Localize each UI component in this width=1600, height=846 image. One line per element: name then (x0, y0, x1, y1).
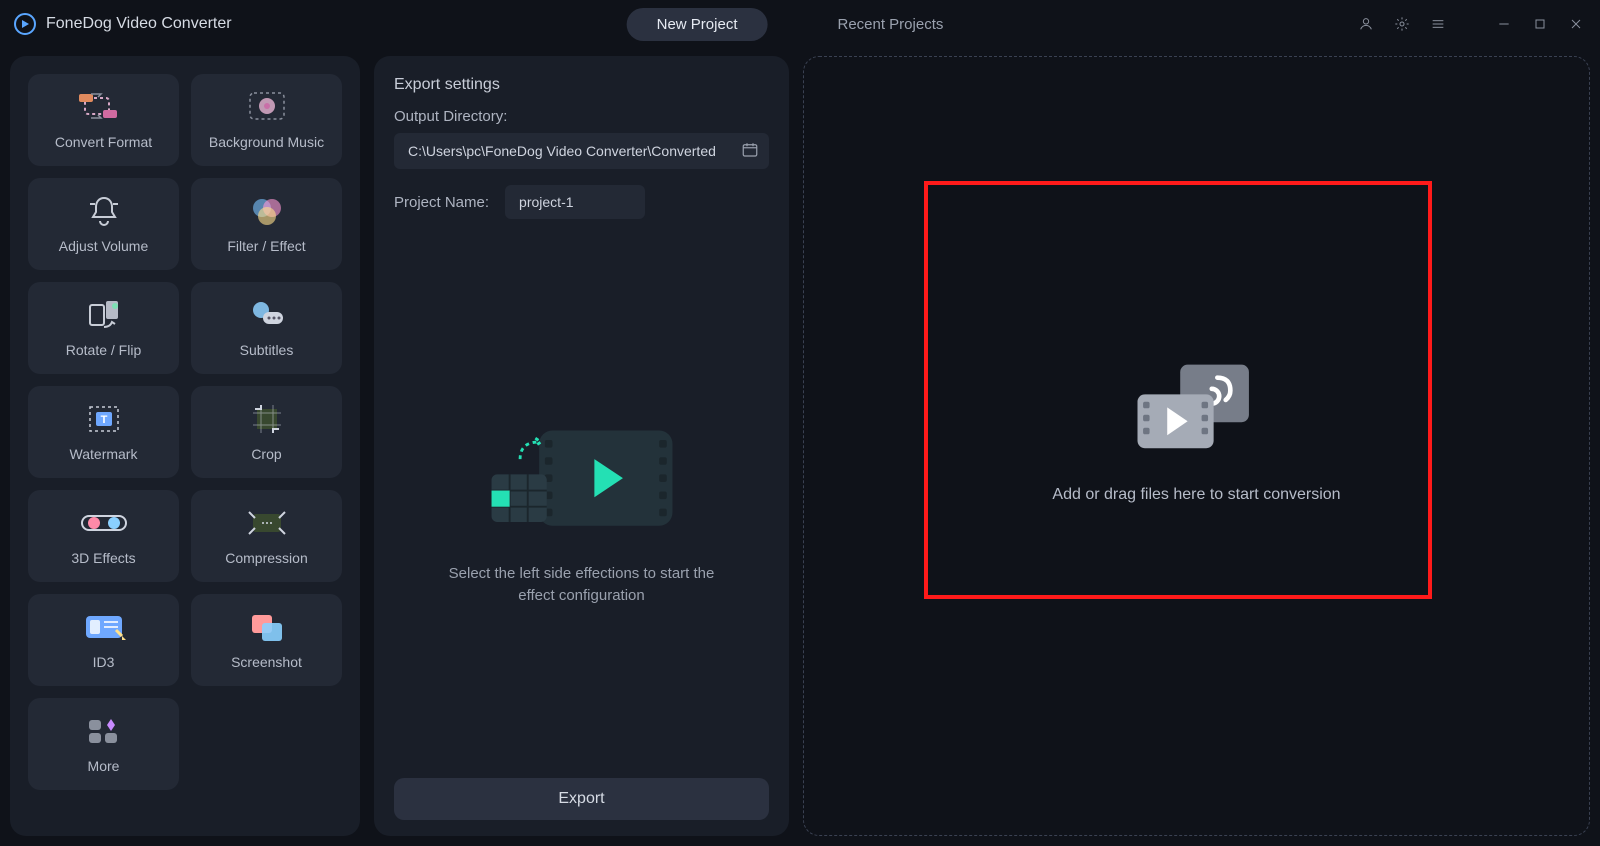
browse-folder-icon[interactable] (741, 141, 759, 162)
tool-label: More (88, 758, 120, 774)
output-directory-value: C:\Users\pc\FoneDog Video Converter\Conv… (408, 143, 716, 159)
app-title: FoneDog Video Converter (46, 15, 232, 33)
minimize-icon[interactable] (1494, 14, 1514, 34)
watermark-icon: T (84, 402, 124, 436)
tool-label: Screenshot (231, 654, 302, 670)
tool-label: Subtitles (240, 342, 294, 358)
glasses-icon (80, 506, 128, 540)
tab-new-project[interactable]: New Project (627, 8, 768, 41)
maximize-icon[interactable] (1530, 14, 1550, 34)
tool-adjust-volume[interactable]: Adjust Volume (28, 178, 179, 270)
id3-icon (82, 610, 126, 644)
tool-label: Rotate / Flip (66, 342, 141, 358)
tool-label: 3D Effects (71, 550, 135, 566)
gear-icon[interactable] (1392, 14, 1412, 34)
tool-label: Adjust Volume (59, 238, 149, 254)
settings-hint: Select the left side effections to start… (432, 563, 732, 607)
tool-more[interactable]: More (28, 698, 179, 790)
subtitles-icon (247, 298, 287, 332)
window-controls (1356, 14, 1586, 34)
tool-label: Watermark (70, 446, 138, 462)
svg-text:T: T (100, 414, 107, 426)
export-settings-title: Export settings (394, 76, 769, 94)
tool-crop[interactable]: Crop (191, 386, 342, 478)
export-settings-panel: Export settings Output Directory: C:\Use… (374, 56, 789, 836)
menu-icon[interactable] (1428, 14, 1448, 34)
project-name-row: Project Name: project-1 (394, 185, 769, 219)
tool-label: Convert Format (55, 134, 152, 150)
convert-icon (79, 90, 129, 124)
tool-3d-effects[interactable]: 3D Effects (28, 490, 179, 582)
bell-icon (86, 194, 122, 228)
tool-screenshot[interactable]: Screenshot (191, 594, 342, 686)
tool-label: ID3 (93, 654, 115, 670)
account-icon[interactable] (1356, 14, 1376, 34)
effect-preview-placeholder: Select the left side effections to start… (394, 249, 769, 778)
tool-id3[interactable]: ID3 (28, 594, 179, 686)
screenshot-icon (248, 610, 286, 644)
tool-background-music[interactable]: Background Music (191, 74, 342, 166)
tool-subtitles[interactable]: Subtitles (191, 282, 342, 374)
top-tabs: New Project Recent Projects (627, 8, 974, 41)
output-directory-field[interactable]: C:\Users\pc\FoneDog Video Converter\Conv… (394, 133, 769, 169)
tool-label: Compression (225, 550, 307, 566)
preview-illustration (482, 421, 682, 535)
app-logo (14, 13, 36, 35)
tool-grid: Convert Format Background Music (28, 74, 342, 790)
tool-compression[interactable]: Compression (191, 490, 342, 582)
export-button[interactable]: Export (394, 778, 769, 820)
annotation-highlight (924, 181, 1432, 599)
music-icon (247, 90, 287, 124)
project-name-label: Project Name: (394, 194, 489, 211)
tool-label: Background Music (209, 134, 324, 150)
project-name-input[interactable]: project-1 (505, 185, 645, 219)
compression-icon (245, 506, 289, 540)
main: Convert Format Background Music (0, 48, 1600, 846)
tool-label: Crop (251, 446, 281, 462)
tool-label: Filter / Effect (227, 238, 305, 254)
output-directory-label: Output Directory: (394, 108, 769, 125)
tool-filter-effect[interactable]: Filter / Effect (191, 178, 342, 270)
tool-convert-format[interactable]: Convert Format (28, 74, 179, 166)
titlebar: FoneDog Video Converter New Project Rece… (0, 0, 1600, 48)
tab-recent-projects[interactable]: Recent Projects (807, 8, 973, 41)
crop-icon (247, 402, 287, 436)
tools-panel: Convert Format Background Music (10, 56, 360, 836)
close-icon[interactable] (1566, 14, 1586, 34)
tool-watermark[interactable]: T Watermark (28, 386, 179, 478)
filter-icon (250, 194, 284, 228)
drop-zone[interactable]: Add or drag files here to start conversi… (803, 56, 1590, 836)
more-icon (85, 714, 123, 748)
tool-rotate-flip[interactable]: Rotate / Flip (28, 282, 179, 374)
rotate-icon (86, 298, 122, 332)
